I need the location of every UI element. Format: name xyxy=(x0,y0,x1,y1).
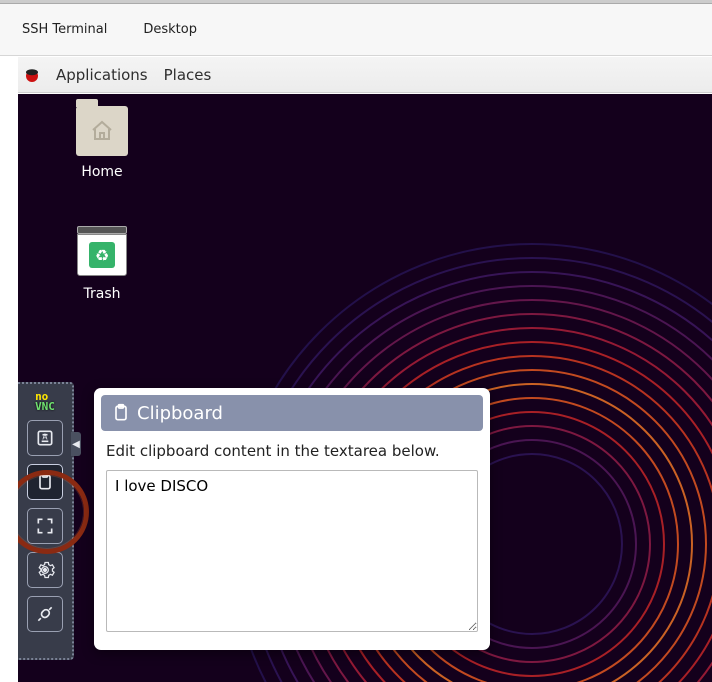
novnc-settings-button[interactable] xyxy=(27,552,63,588)
clipboard-title: Clipboard xyxy=(137,403,223,424)
folder-icon xyxy=(76,106,128,156)
desktop-icon-label: Trash xyxy=(58,286,146,302)
browser-tabbar: SSH Terminal Desktop xyxy=(0,4,712,56)
keyboard-icon: A xyxy=(35,428,55,448)
novnc-logo: no VNC xyxy=(35,392,55,412)
fullscreen-icon xyxy=(35,516,55,536)
clipboard-popup-header: Clipboard xyxy=(101,395,483,431)
clipboard-icon xyxy=(111,403,131,423)
trash-icon: ♻ xyxy=(77,226,127,278)
clipboard-icon xyxy=(35,472,55,492)
tab-ssh-terminal[interactable]: SSH Terminal xyxy=(20,18,109,41)
novnc-disconnect-button[interactable] xyxy=(27,596,63,632)
tab-desktop[interactable]: Desktop xyxy=(141,18,199,41)
redhat-icon xyxy=(24,67,40,83)
clipboard-textarea[interactable] xyxy=(106,470,478,632)
clipboard-instructions: Edit clipboard content in the textarea b… xyxy=(106,442,478,460)
clipboard-popup: Clipboard Edit clipboard content in the … xyxy=(94,388,490,650)
menu-applications[interactable]: Applications xyxy=(56,66,148,84)
svg-text:A: A xyxy=(42,433,48,442)
novnc-control-panel: no VNC A ◀ xyxy=(18,382,74,660)
gnome-top-bar: Applications Places xyxy=(18,56,712,93)
novnc-collapse-handle[interactable]: ◀ xyxy=(71,432,81,456)
desktop-icon-label: Home xyxy=(58,164,146,180)
gear-icon xyxy=(35,560,55,580)
menu-places[interactable]: Places xyxy=(164,66,212,84)
novnc-keyboard-button[interactable]: A xyxy=(27,420,63,456)
plug-icon xyxy=(35,604,55,624)
desktop-icon-trash[interactable]: ♻ Trash xyxy=(58,226,146,302)
desktop-area[interactable]: Home ♻ Trash no VNC A ◀ xyxy=(18,94,712,682)
desktop-icon-home[interactable]: Home xyxy=(58,106,146,180)
novnc-fullscreen-button[interactable] xyxy=(27,508,63,544)
novnc-clipboard-button[interactable] xyxy=(27,464,63,500)
